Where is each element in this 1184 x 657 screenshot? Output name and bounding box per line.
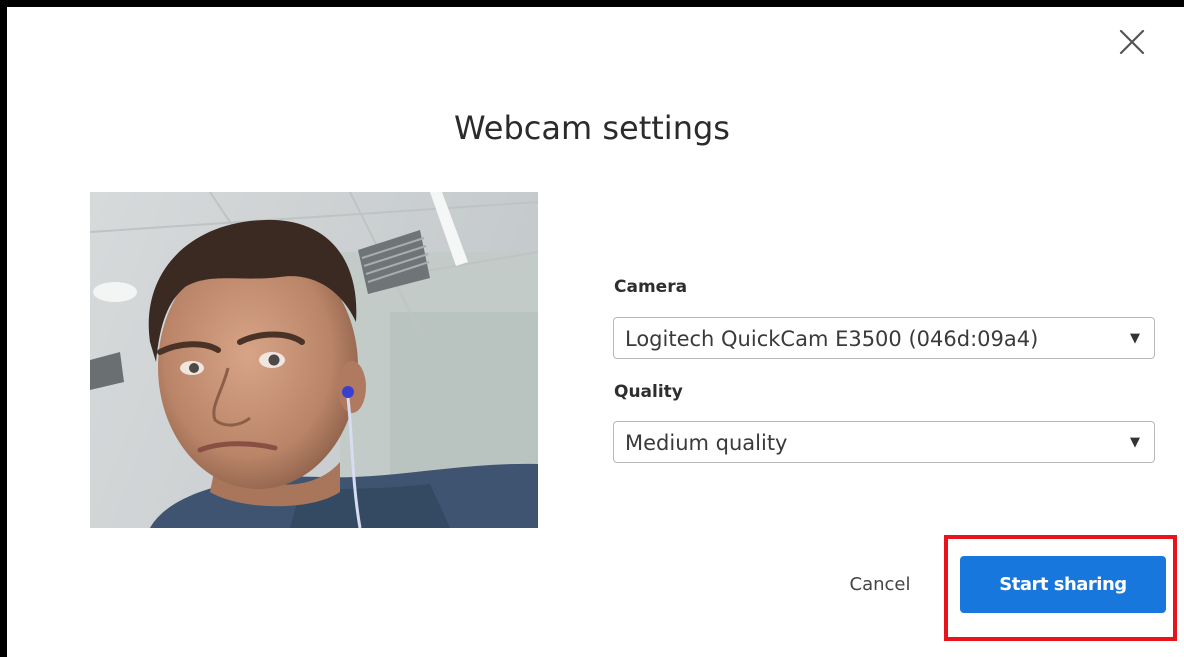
close-icon <box>1119 29 1145 55</box>
camera-selected-value: Logitech QuickCam E3500 (046d:09a4) <box>625 327 1039 351</box>
webcam-preview <box>90 192 538 528</box>
camera-select[interactable]: Logitech QuickCam E3500 (046d:09a4) ▼ <box>613 317 1155 359</box>
camera-label: Camera <box>614 277 688 297</box>
close-button[interactable] <box>1112 22 1152 62</box>
quality-label: Quality <box>614 382 683 402</box>
dialog-title: Webcam settings <box>454 109 730 147</box>
quality-selected-value: Medium quality <box>625 431 788 455</box>
start-sharing-button[interactable]: Start sharing <box>960 556 1166 613</box>
dropdown-arrow-icon: ▼ <box>1130 435 1140 450</box>
dropdown-arrow-icon: ▼ <box>1130 331 1140 346</box>
quality-select[interactable]: Medium quality ▼ <box>613 421 1155 463</box>
cancel-button[interactable]: Cancel <box>830 566 930 604</box>
webcam-preview-image <box>90 192 538 528</box>
